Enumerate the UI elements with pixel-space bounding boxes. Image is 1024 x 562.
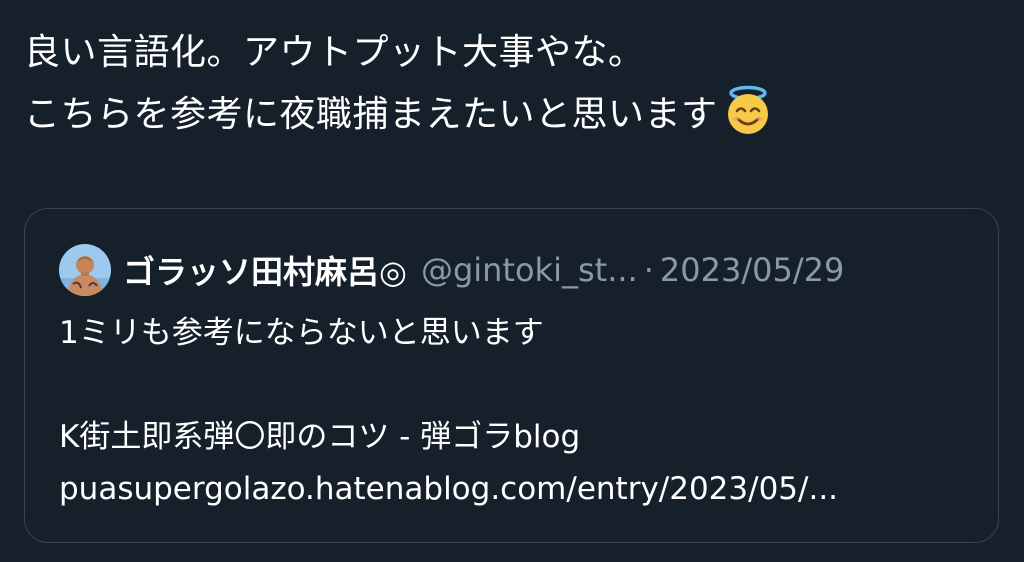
tweet-text-line-1: 良い言語化。アウトプット大事やな。	[24, 32, 645, 73]
display-name[interactable]: ゴラッソ田村麻呂◎	[123, 247, 407, 293]
link-url[interactable]: puasupergolazo.hatenablog.com/entry/2023…	[59, 463, 969, 515]
quoted-tweet-card[interactable]: ゴラッソ田村麻呂◎ @gintoki_st... · 2023/05/29 1ミ…	[24, 208, 999, 543]
post-date[interactable]: 2023/05/29	[660, 251, 844, 289]
tweet-text-line-2-text: こちらを参考に夜職捕まえたいと思います	[24, 94, 718, 135]
separator-dot: ·	[643, 251, 654, 289]
smiling-face-with-halo-icon	[722, 84, 774, 136]
user-handle[interactable]: @gintoki_st...	[421, 251, 638, 289]
tweet-text: 良い言語化。アウトプット大事やな。 こちらを参考に夜職捕まえたいと思います	[24, 22, 1004, 146]
avatar[interactable]	[59, 244, 111, 296]
quoted-tweet-body: 1ミリも参考にならないと思います K街土即系弾〇即のコツ - 弾ゴラblog p…	[59, 307, 969, 515]
tweet-text-line-2: こちらを参考に夜職捕まえたいと思います	[24, 84, 1004, 146]
link-title: K街土即系弾〇即のコツ - 弾ゴラblog	[59, 419, 581, 455]
quoted-tweet-text: 1ミリも参考にならないと思います	[59, 315, 544, 351]
quoted-tweet-header: ゴラッソ田村麻呂◎ @gintoki_st... · 2023/05/29	[59, 243, 844, 297]
